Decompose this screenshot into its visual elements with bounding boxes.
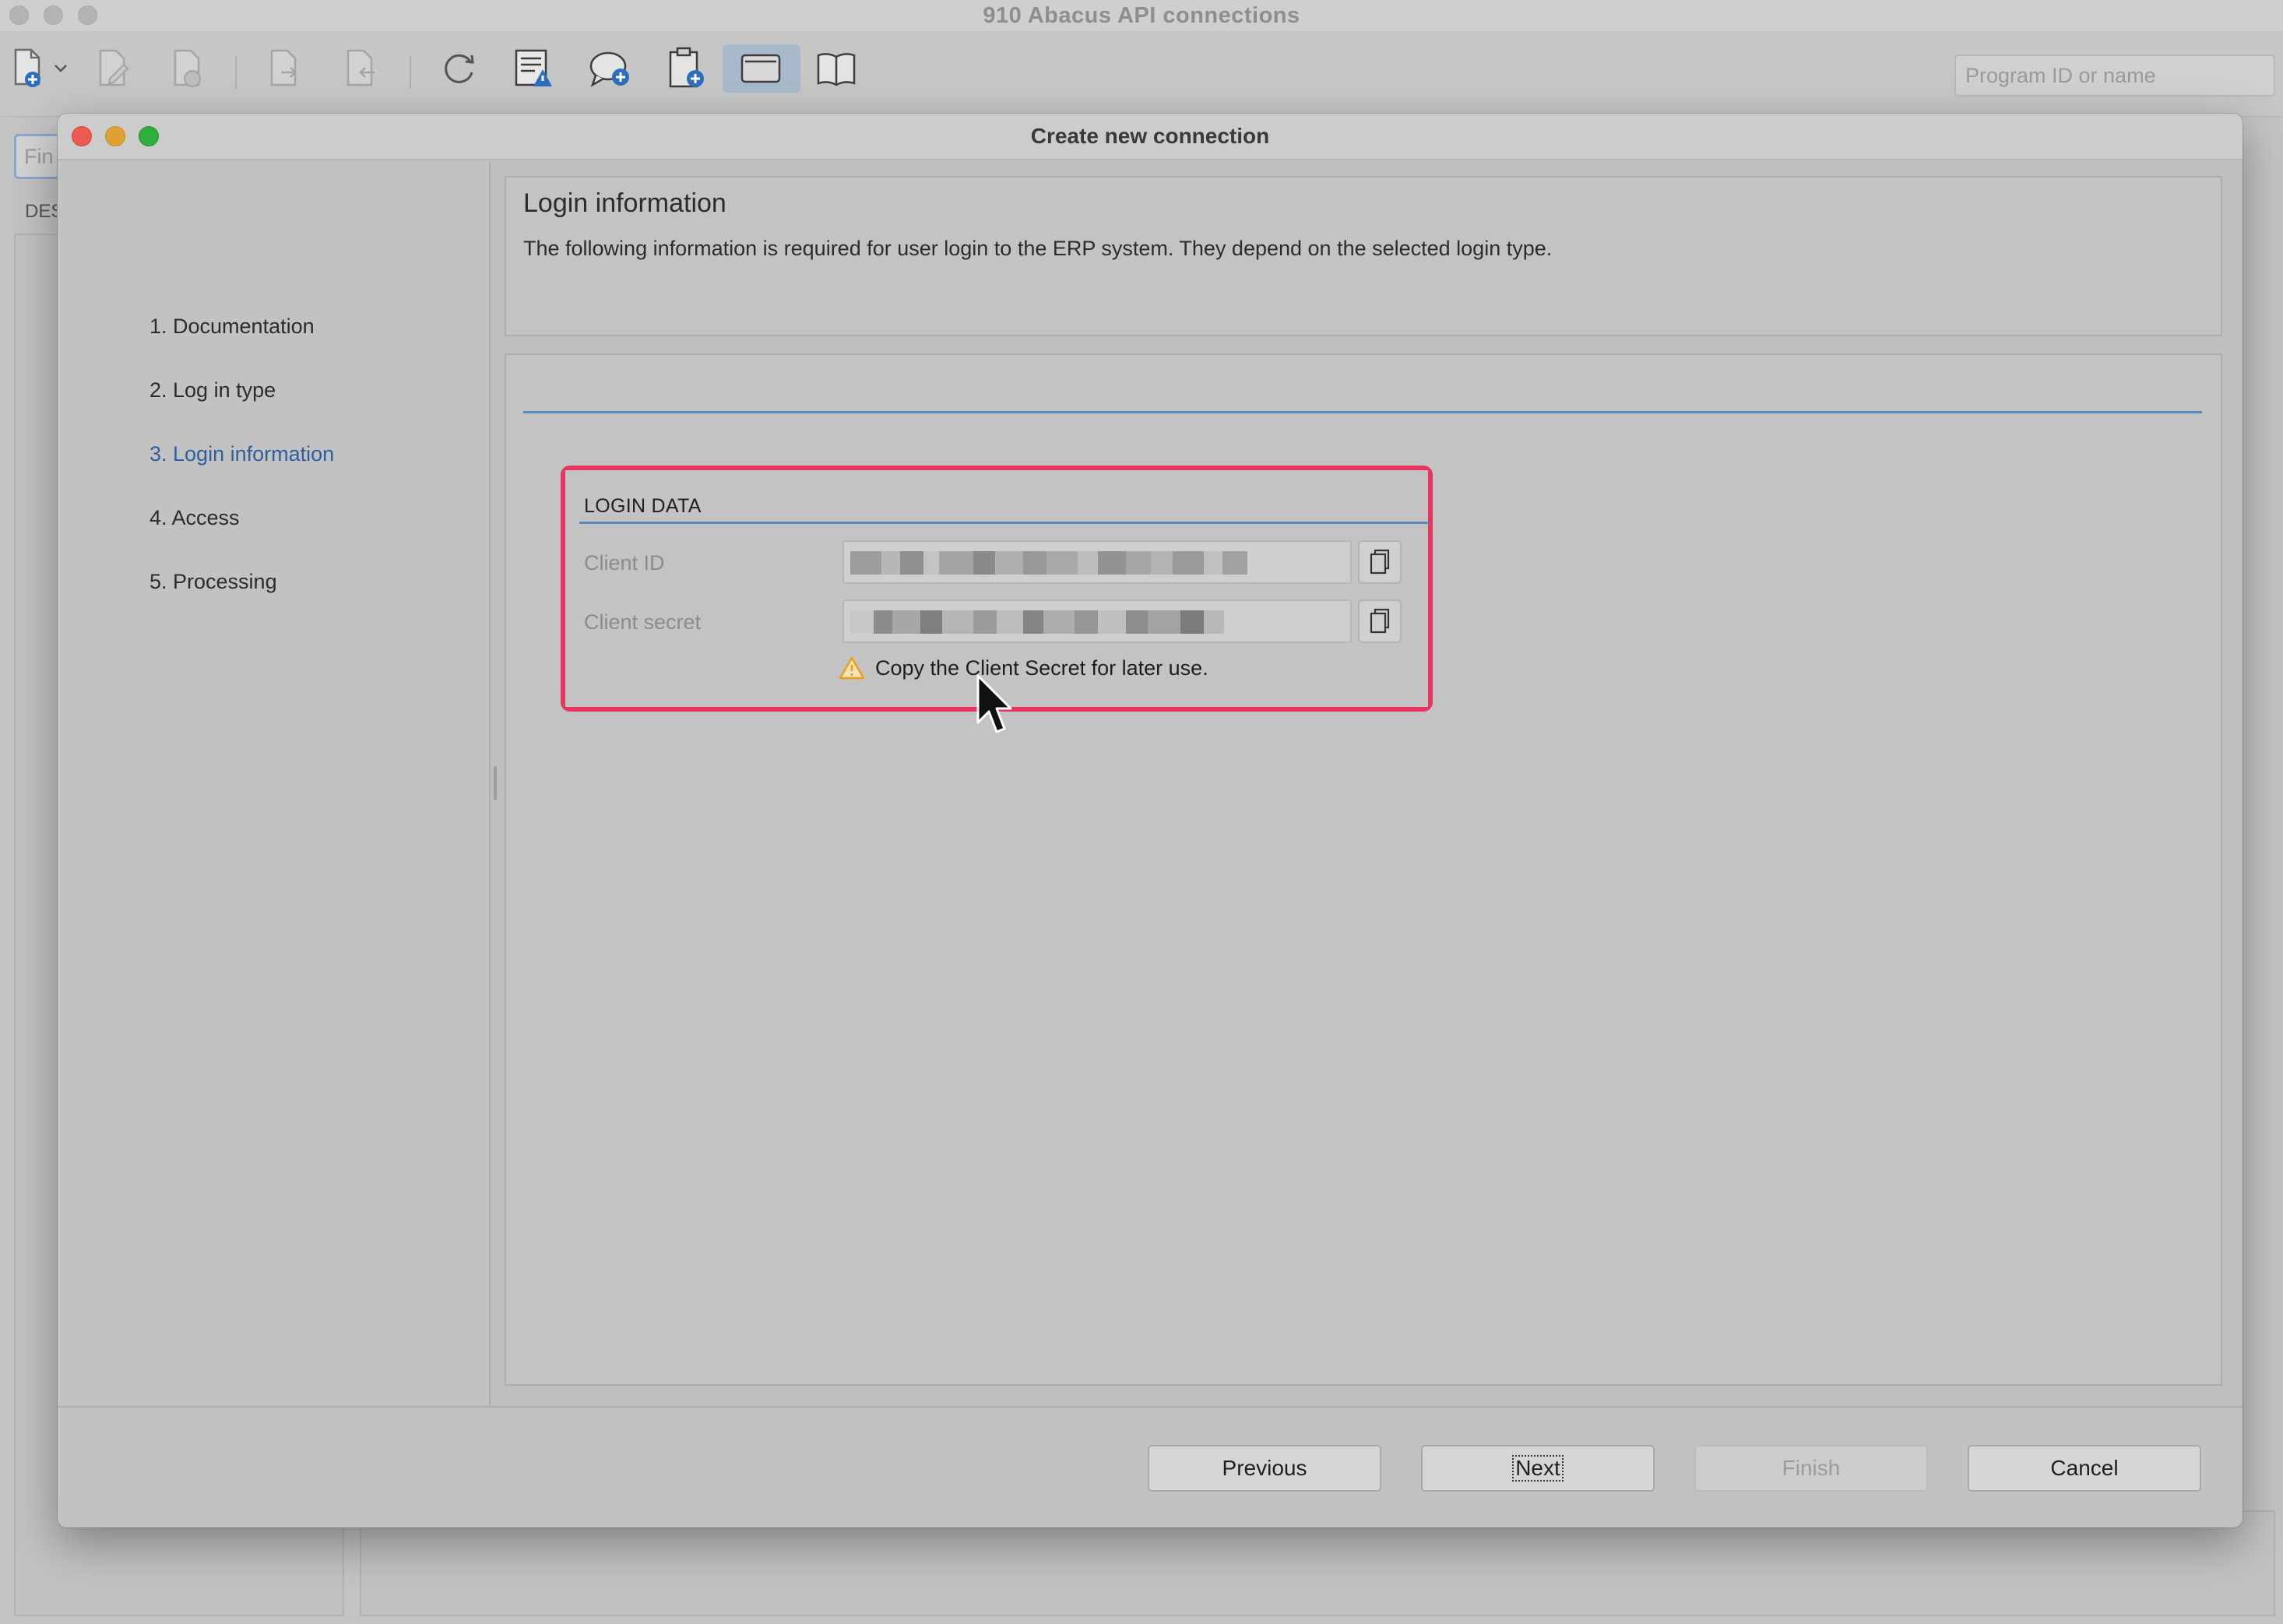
report-warning-icon	[515, 49, 552, 86]
export-icon	[270, 49, 297, 86]
dialog-title: Create new connection	[1030, 124, 1270, 148]
program-search-input[interactable]: Program ID or name	[1954, 54, 2275, 97]
create-connection-dialog: Create new connection 1. Documentation 2…	[58, 114, 2243, 1527]
app-filter-text: Fin	[24, 145, 54, 168]
app-close-button[interactable]	[9, 5, 29, 25]
mouse-pointer-icon	[976, 674, 1012, 733]
report-warning-button[interactable]	[506, 44, 562, 93]
comment-add-icon	[589, 51, 629, 87]
section-divider	[523, 411, 2202, 413]
finish-button: Finish	[1694, 1445, 1928, 1492]
window-button[interactable]	[723, 44, 800, 93]
splitter-handle[interactable]	[494, 766, 497, 800]
client-secret-field[interactable]	[842, 599, 1352, 643]
edit-document-icon	[99, 49, 129, 86]
toolbar-separator	[410, 56, 411, 89]
dialog-window-controls	[72, 126, 159, 146]
clipboard-add-button[interactable]	[659, 44, 715, 93]
copy-secret-warning: Copy the Client Secret for later use.	[838, 656, 1208, 680]
app-toolbar	[0, 31, 2283, 117]
warning-text: Copy the Client Secret for later use.	[875, 656, 1208, 680]
app-minimize-button[interactable]	[44, 5, 63, 25]
edit-document-button[interactable]	[86, 44, 142, 93]
new-document-button[interactable]	[0, 44, 78, 93]
page-title: Login information	[523, 188, 726, 218]
finish-button-label: Finish	[1782, 1456, 1841, 1480]
refresh-icon	[445, 54, 474, 83]
step-log-in-type[interactable]: 2. Log in type	[150, 378, 276, 402]
wizard-steps-list: 1. Documentation 2. Log in type 3. Login…	[115, 227, 548, 694]
dialog-close-button[interactable]	[72, 126, 92, 146]
program-search-placeholder: Program ID or name	[1965, 64, 2156, 87]
app-title: 910 Abacus API connections	[983, 2, 1300, 28]
delete-document-button[interactable]	[160, 44, 216, 93]
page-description: The following information is required fo…	[523, 237, 1553, 260]
login-data-section: LOGIN DATA Client ID Client secret Copy …	[565, 470, 1430, 707]
redacted-value	[850, 610, 1255, 634]
new-document-icon	[14, 48, 40, 87]
clipboard-copy-icon	[1370, 608, 1390, 634]
window-icon	[740, 54, 781, 83]
next-button[interactable]: Next	[1421, 1445, 1655, 1492]
section-title: LOGIN DATA	[584, 495, 702, 517]
export-button[interactable]	[257, 44, 313, 93]
page-header-panel: Login information The following informat…	[505, 176, 2222, 336]
redacted-value	[850, 551, 1255, 575]
dropdown-chevron-icon	[55, 65, 67, 72]
refresh-button[interactable]	[431, 44, 487, 93]
previous-button-label: Previous	[1222, 1456, 1307, 1480]
clipboard-copy-icon	[1370, 549, 1390, 575]
warning-triangle-icon	[839, 656, 865, 680]
client-secret-label: Client secret	[584, 610, 702, 634]
documentation-button[interactable]	[808, 44, 864, 93]
dialog-titlebar: Create new connection	[58, 114, 2243, 160]
import-icon	[346, 49, 375, 86]
app-window-controls	[9, 5, 97, 25]
delete-document-icon	[174, 49, 201, 87]
cancel-button[interactable]: Cancel	[1968, 1445, 2201, 1492]
dialog-zoom-button[interactable]	[139, 126, 159, 146]
app-titlebar: 910 Abacus API connections	[0, 0, 2283, 31]
section-divider	[579, 522, 1430, 524]
app-zoom-button[interactable]	[78, 5, 97, 25]
next-button-label: Next	[1512, 1455, 1564, 1482]
step-documentation[interactable]: 1. Documentation	[150, 315, 315, 339]
import-button[interactable]	[333, 44, 389, 93]
book-icon	[817, 53, 856, 86]
client-id-label: Client ID	[584, 551, 665, 575]
previous-button[interactable]: Previous	[1148, 1445, 1381, 1492]
copy-client-secret-button[interactable]	[1358, 599, 1402, 643]
step-login-information[interactable]: 3. Login information	[150, 442, 334, 466]
dialog-minimize-button[interactable]	[105, 126, 125, 146]
cancel-button-label: Cancel	[2050, 1456, 2119, 1480]
copy-client-id-button[interactable]	[1358, 540, 1402, 584]
step-access[interactable]: 4. Access	[150, 506, 240, 530]
comment-add-button[interactable]	[582, 44, 638, 93]
step-processing[interactable]: 5. Processing	[150, 570, 277, 594]
clipboard-add-icon	[669, 47, 704, 88]
client-id-field[interactable]	[842, 540, 1352, 584]
toolbar-separator	[235, 56, 237, 89]
